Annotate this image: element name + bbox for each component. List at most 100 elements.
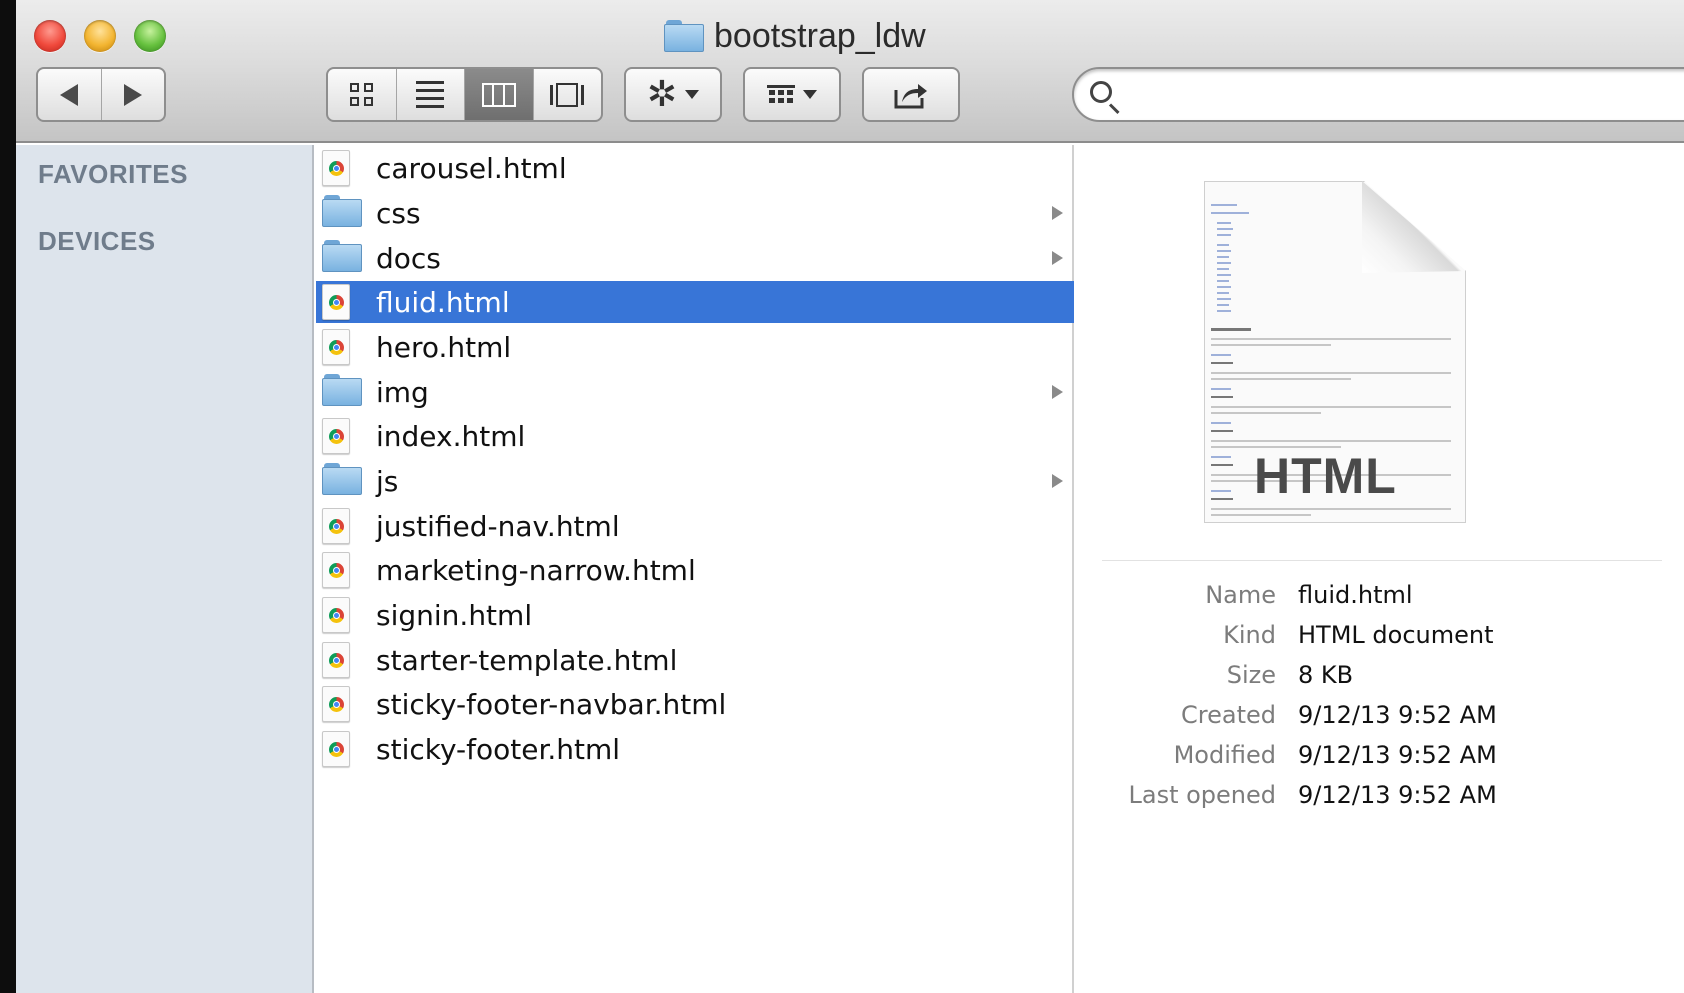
forward-arrow-icon [123,83,142,106]
list-item[interactable]: css [316,192,1074,234]
html-file-icon [322,329,350,365]
info-value: HTML document [1298,621,1494,649]
list-view-icon [416,81,445,108]
info-row-last-opened: Last opened 9/12/13 9:52 AM [1076,781,1676,817]
coverflow-view-icon [550,82,585,107]
folder-icon [322,374,362,406]
action-menu-button[interactable]: ✲ [624,67,722,122]
list-view-button[interactable] [395,69,465,120]
html-file-icon [322,686,350,722]
icon-view-button[interactable] [328,69,396,120]
list-item[interactable]: docs [316,237,1074,279]
list-item[interactable]: hero.html [316,326,1074,368]
icon-view-icon [350,83,374,106]
list-item-selected[interactable]: fluid.html [316,281,1074,323]
file-name: fluid.html [376,285,510,319]
list-item[interactable]: signin.html [316,594,1074,636]
list-item[interactable]: img [316,371,1074,413]
info-value: 9/12/13 9:52 AM [1298,701,1497,729]
info-key: Modified [1173,741,1276,769]
file-name: starter-template.html [376,643,678,677]
html-file-icon [322,597,350,633]
forward-button[interactable] [100,69,165,120]
info-value: 9/12/13 9:52 AM [1298,781,1497,809]
search-input[interactable] [1130,79,1670,111]
list-item[interactable]: js [316,460,1074,502]
file-name: carousel.html [376,151,567,185]
thumbnail-type-label: HTML [1254,448,1397,504]
disclosure-arrow-icon [1052,206,1063,220]
list-item[interactable]: marketing-narrow.html [316,549,1074,591]
html-file-icon [322,508,350,544]
file-column: carousel.html css docs fluid.html hero.h… [316,145,1074,993]
arrange-grid-icon [767,84,795,105]
file-name: sticky-footer-navbar.html [376,687,727,721]
info-row-created: Created 9/12/13 9:52 AM [1076,701,1676,737]
list-item[interactable]: carousel.html [316,147,1074,189]
window-title-text: bootstrap_ldw [714,16,926,55]
disclosure-arrow-icon [1052,385,1063,399]
info-key: Size [1226,661,1276,689]
file-name: hero.html [376,330,512,364]
sidebar-section-favorites[interactable]: FAVORITES [38,159,188,190]
zoom-window-button[interactable] [134,20,166,52]
search-icon [1090,81,1112,103]
divider [1102,560,1662,561]
page-curl [1362,181,1466,273]
preview-pane: HTML Name fluid.html Kind HTML document … [1076,145,1684,993]
info-row-modified: Modified 9/12/13 9:52 AM [1076,741,1676,777]
html-file-icon [322,150,350,186]
file-name: sticky-footer.html [376,732,621,766]
list-item[interactable]: starter-template.html [316,639,1074,681]
arrange-menu-button[interactable] [743,67,841,122]
info-key: Created [1181,701,1276,729]
folder-name: docs [376,241,441,275]
list-item[interactable]: index.html [316,415,1074,457]
info-value: 8 KB [1298,661,1354,689]
html-file-icon [322,731,350,767]
list-item[interactable]: sticky-footer.html [316,728,1074,770]
column-view-icon [481,82,516,107]
info-row-kind: Kind HTML document [1076,621,1676,657]
close-window-button[interactable] [34,20,66,52]
column-view-button[interactable] [464,69,533,120]
share-button[interactable] [862,67,960,122]
gear-icon: ✲ [646,73,678,115]
toolbar: bootstrap_ldw ✲ [16,0,1684,143]
back-button[interactable] [38,69,101,120]
html-file-icon [322,284,350,320]
sidebar: FAVORITES DEVICES [16,145,314,993]
folder-name: img [376,375,429,409]
minimize-window-button[interactable] [84,20,116,52]
html-file-icon [322,418,350,454]
file-name: signin.html [376,598,533,632]
sidebar-section-devices[interactable]: DEVICES [38,226,156,257]
html-file-icon [322,642,350,678]
info-value: 9/12/13 9:52 AM [1298,741,1497,769]
chevron-down-icon [803,90,817,99]
disclosure-arrow-icon [1052,251,1063,265]
folder-name: css [376,196,421,230]
file-name: marketing-narrow.html [376,553,696,587]
folder-icon [322,463,362,495]
list-item[interactable]: justified-nav.html [316,505,1074,547]
finder-window: bootstrap_ldw ✲ FAVORITES DEVICES carous… [16,0,1684,993]
share-icon [894,83,927,108]
search-field[interactable] [1072,67,1684,122]
html-file-icon [322,552,350,588]
window-title: bootstrap_ldw [664,16,926,56]
coverflow-view-button[interactable] [532,69,602,120]
folder-icon [322,240,362,272]
file-name: justified-nav.html [376,509,620,543]
view-mode-control [326,67,603,122]
info-key: Last opened [1128,781,1276,809]
folder-icon [322,195,362,227]
list-item[interactable]: sticky-footer-navbar.html [316,683,1074,725]
info-row-size: Size 8 KB [1076,661,1676,697]
folder-icon [664,20,704,52]
disclosure-arrow-icon [1052,474,1063,488]
chevron-down-icon [685,90,700,99]
back-forward-control [36,67,166,122]
file-name: index.html [376,419,526,453]
back-arrow-icon [60,83,79,106]
